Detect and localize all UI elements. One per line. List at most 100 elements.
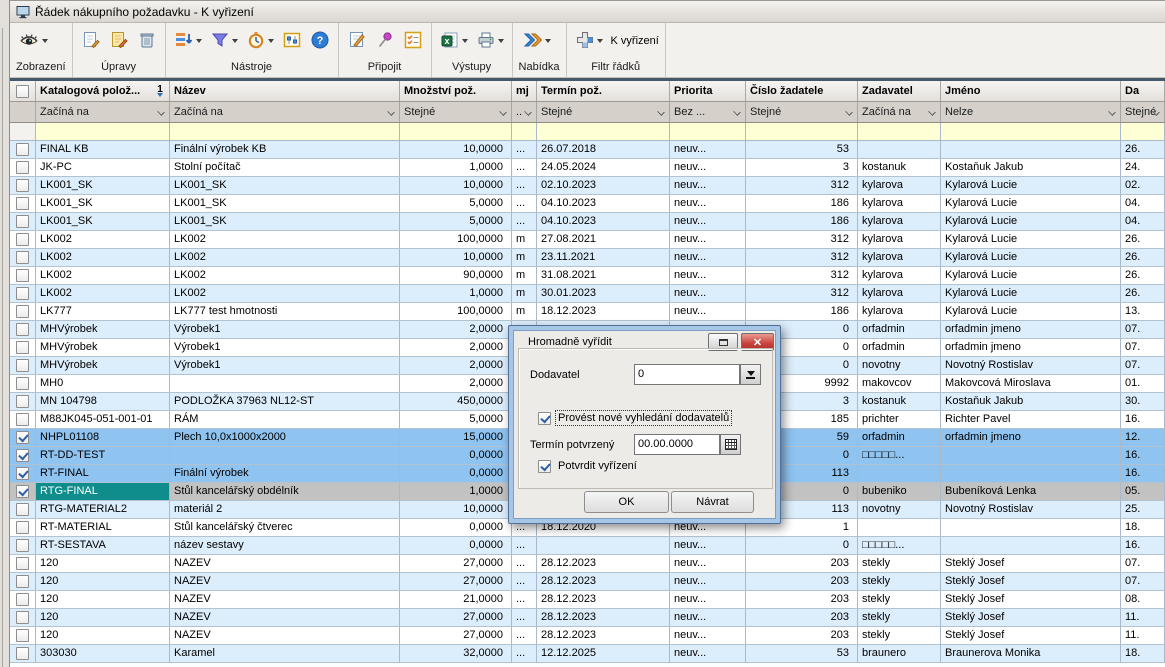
row-selector-cell[interactable] xyxy=(10,321,36,338)
delete-button[interactable] xyxy=(135,28,159,55)
table-cell[interactable]: NHPL01108 xyxy=(36,429,170,446)
table-cell[interactable]: Kylarová Lucie xyxy=(941,213,1121,230)
row-checkbox-checked[interactable] xyxy=(16,431,29,444)
window-titlebar[interactable]: Řádek nákupního požadavku - K vyřizení xyxy=(10,1,1165,23)
table-cell[interactable]: LK002 xyxy=(170,231,400,248)
row-checkbox[interactable] xyxy=(16,161,29,174)
table-cell[interactable]: kylarova xyxy=(858,213,941,230)
table-cell[interactable]: neuv... xyxy=(670,213,746,230)
table-cell[interactable]: Kylarová Lucie xyxy=(941,231,1121,248)
table-cell[interactable]: □□□□□... xyxy=(858,537,941,554)
table-cell[interactable]: 203 xyxy=(746,609,858,626)
table-cell[interactable]: 100,0000 xyxy=(400,303,512,320)
table-cell[interactable]: 04.10.2023 xyxy=(537,195,670,212)
table-cell[interactable]: 26. xyxy=(1121,231,1165,248)
table-cell[interactable]: 203 xyxy=(746,555,858,572)
eye-button[interactable] xyxy=(16,28,50,55)
table-cell[interactable] xyxy=(941,447,1121,464)
table-cell[interactable]: Kostaňuk Jakub xyxy=(941,393,1121,410)
table-cell[interactable]: 0,0000 xyxy=(400,519,512,536)
table-cell[interactable]: 10,0000 xyxy=(400,141,512,158)
row-selector-cell[interactable] xyxy=(10,645,36,662)
stopwatch-button[interactable] xyxy=(244,28,276,55)
dropdown-caret-icon[interactable] xyxy=(498,39,504,43)
row-checkbox[interactable] xyxy=(16,323,29,336)
table-cell[interactable]: Výrobek1 xyxy=(170,339,400,356)
table-row[interactable]: 120NAZEV27,0000...28.12.2023neuv...203st… xyxy=(10,609,1165,627)
table-cell[interactable]: 07. xyxy=(1121,573,1165,590)
table-cell[interactable]: ... xyxy=(512,591,537,608)
table-cell[interactable] xyxy=(941,465,1121,482)
table-cell[interactable]: Richter Pavel xyxy=(941,411,1121,428)
table-cell[interactable]: Kylarová Lucie xyxy=(941,267,1121,284)
table-cell[interactable]: 07. xyxy=(1121,321,1165,338)
table-cell[interactable]: 16. xyxy=(1121,447,1165,464)
table-cell[interactable] xyxy=(170,447,400,464)
table-cell[interactable]: 1,0000 xyxy=(400,159,512,176)
column-filter-1[interactable]: Začíná na xyxy=(36,102,170,122)
table-cell[interactable]: 203 xyxy=(746,573,858,590)
table-cell[interactable]: 18. xyxy=(1121,519,1165,536)
row-checkbox-checked[interactable] xyxy=(16,449,29,462)
table-cell[interactable]: neuv... xyxy=(670,555,746,572)
supplier-field[interactable]: 0 xyxy=(634,364,740,385)
table-cell[interactable]: LK002 xyxy=(36,231,170,248)
table-cell[interactable]: 30. xyxy=(1121,393,1165,410)
table-cell[interactable]: 312 xyxy=(746,177,858,194)
table-cell[interactable]: 30.01.2023 xyxy=(537,285,670,302)
table-cell[interactable]: ... xyxy=(512,627,537,644)
row-checkbox[interactable] xyxy=(16,377,29,390)
table-cell[interactable]: ... xyxy=(512,555,537,572)
table-cell[interactable]: braunero xyxy=(858,645,941,662)
table-row[interactable]: LK001_SKLK001_SK5,0000...04.10.2023neuv.… xyxy=(10,213,1165,231)
table-cell[interactable]: Kylarová Lucie xyxy=(941,249,1121,266)
new-entry-cell[interactable] xyxy=(670,123,746,140)
row-checkbox[interactable] xyxy=(16,557,29,570)
table-cell[interactable]: Kylarová Lucie xyxy=(941,285,1121,302)
row-checkbox[interactable] xyxy=(16,269,29,282)
table-cell[interactable]: LK777 test hmotnosti xyxy=(170,303,400,320)
row-checkbox[interactable] xyxy=(16,143,29,156)
table-cell[interactable]: Kostaňuk Jakub xyxy=(941,159,1121,176)
table-cell[interactable]: Plech 10,0x1000x2000 xyxy=(170,429,400,446)
row-selector-cell[interactable] xyxy=(10,429,36,446)
table-cell[interactable]: LK002 xyxy=(170,285,400,302)
table-cell[interactable]: 53 xyxy=(746,645,858,662)
row-checkbox[interactable] xyxy=(16,197,29,210)
table-cell[interactable]: RT-MATERIAL xyxy=(36,519,170,536)
table-cell[interactable]: orfadmin jmeno xyxy=(941,429,1121,446)
table-cell[interactable]: 10,0000 xyxy=(400,501,512,518)
table-cell[interactable]: ... xyxy=(512,645,537,662)
row-checkbox[interactable] xyxy=(16,647,29,660)
chevron-down-icon[interactable] xyxy=(657,108,665,116)
row-checkbox[interactable] xyxy=(16,179,29,192)
table-row[interactable]: LK002LK00210,0000m23.11.2021neuv...312ky… xyxy=(10,249,1165,267)
row-checkbox[interactable] xyxy=(16,287,29,300)
new-entry-cell[interactable] xyxy=(1121,123,1165,140)
confirmed-date-field[interactable]: 00.00.0000 xyxy=(634,434,720,455)
table-cell[interactable]: 12.12.2025 xyxy=(537,645,670,662)
table-cell[interactable]: LK001_SK xyxy=(170,195,400,212)
chevron-down-icon[interactable] xyxy=(499,108,507,116)
table-cell[interactable]: kostanuk xyxy=(858,393,941,410)
return-button[interactable]: Návrat xyxy=(671,491,754,513)
table-cell[interactable]: orfadmin jmeno xyxy=(941,339,1121,356)
column-filter-9[interactable]: Nelze xyxy=(941,102,1121,122)
table-cell[interactable]: bubeniko xyxy=(858,483,941,500)
table-cell[interactable]: MHVýrobek xyxy=(36,339,170,356)
dropdown-caret-icon[interactable] xyxy=(268,39,274,43)
table-row[interactable]: 120NAZEV27,0000...28.12.2023neuv...203st… xyxy=(10,555,1165,573)
row-selector-cell[interactable] xyxy=(10,177,36,194)
table-cell[interactable]: RT-DD-TEST xyxy=(36,447,170,464)
table-cell[interactable]: 16. xyxy=(1121,537,1165,554)
row-selector-cell[interactable] xyxy=(10,213,36,230)
table-cell[interactable]: LK777 xyxy=(36,303,170,320)
row-selector-cell[interactable] xyxy=(10,285,36,302)
table-cell[interactable]: 13. xyxy=(1121,303,1165,320)
new-entry-cell[interactable] xyxy=(941,123,1121,140)
row-selector-cell[interactable] xyxy=(10,249,36,266)
table-cell[interactable]: kostanuk xyxy=(858,159,941,176)
table-cell[interactable]: m xyxy=(512,249,537,266)
table-cell[interactable]: 32,0000 xyxy=(400,645,512,662)
table-cell[interactable]: neuv... xyxy=(670,231,746,248)
